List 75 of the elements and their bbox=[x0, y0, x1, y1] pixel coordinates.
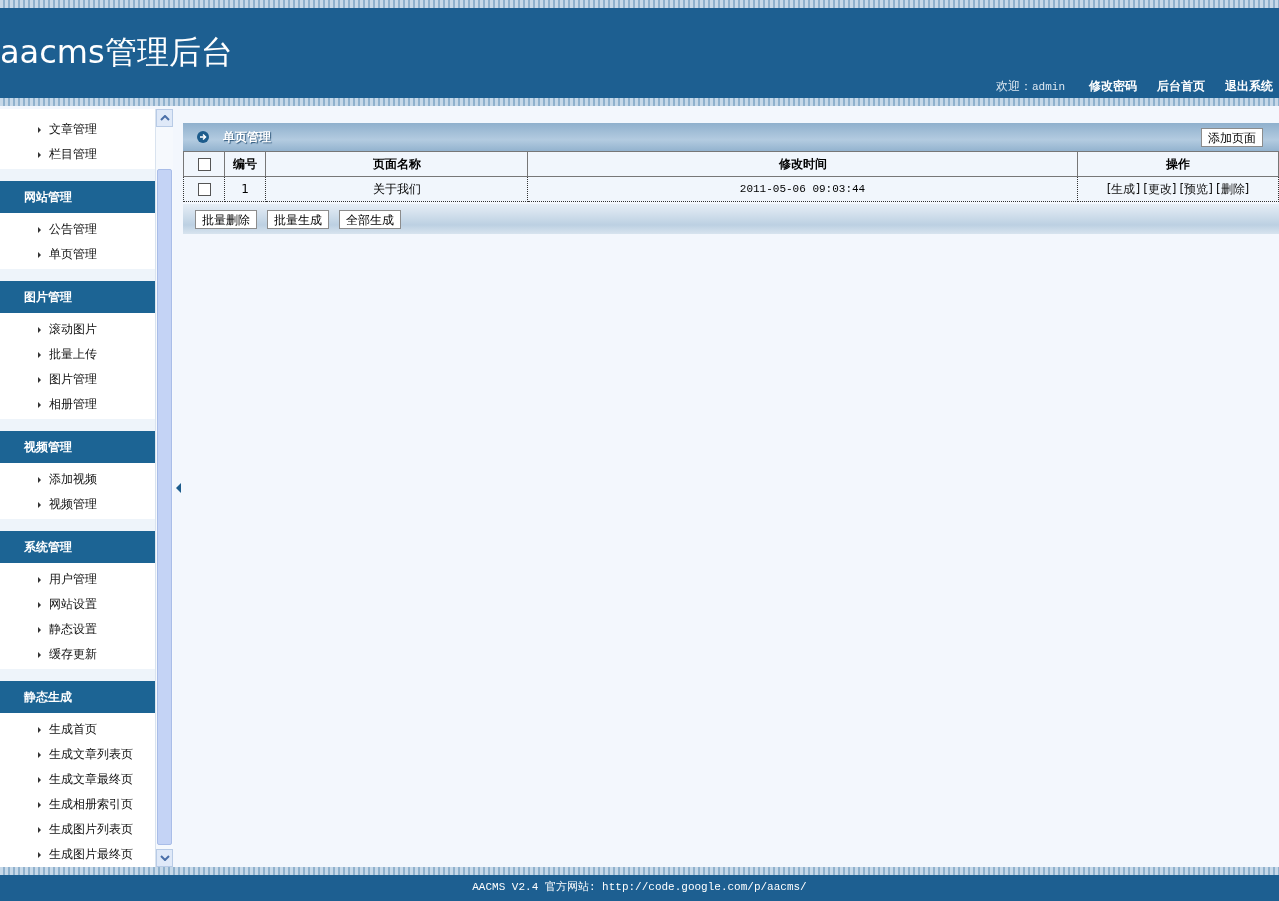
header-link[interactable]: 后台首页 bbox=[1157, 78, 1205, 95]
triangle-icon bbox=[38, 251, 41, 258]
column-header: 编号 bbox=[224, 151, 266, 177]
triangle-icon bbox=[38, 751, 41, 758]
scrollbar[interactable] bbox=[155, 109, 173, 867]
menu-item[interactable]: 公告管理 bbox=[0, 217, 155, 242]
column-header: 页面名称 bbox=[265, 151, 528, 177]
triangle-icon bbox=[38, 326, 41, 333]
menu-item[interactable]: 图片管理 bbox=[0, 367, 155, 392]
triangle-icon bbox=[38, 501, 41, 508]
menu-item[interactable]: 文章管理 bbox=[0, 117, 155, 142]
table-cell: 1 bbox=[224, 176, 266, 202]
menu-item[interactable]: 滚动图片 bbox=[0, 317, 155, 342]
triangle-icon bbox=[38, 151, 41, 158]
menu-group-header[interactable]: 网站管理 bbox=[0, 181, 155, 213]
menu-item[interactable]: 用户管理 bbox=[0, 567, 155, 592]
menu-item[interactable]: 相册管理 bbox=[0, 392, 155, 417]
menu-item[interactable]: 视频管理 bbox=[0, 492, 155, 517]
menu-group-header[interactable]: 图片管理 bbox=[0, 281, 155, 313]
checkbox[interactable] bbox=[197, 158, 211, 171]
batch-button[interactable]: 全部生成 bbox=[339, 209, 401, 229]
action-link[interactable]: [删除] bbox=[1215, 180, 1250, 198]
triangle-icon bbox=[38, 826, 41, 833]
menu-item[interactable]: 缓存更新 bbox=[0, 642, 155, 667]
header-link[interactable]: 退出系统 bbox=[1225, 78, 1273, 95]
checkbox[interactable] bbox=[197, 183, 211, 196]
triangle-icon bbox=[38, 651, 41, 658]
menu-item[interactable]: 生成文章列表页 bbox=[0, 742, 155, 767]
menu-item[interactable]: 生成图片最终页 bbox=[0, 842, 155, 867]
triangle-icon bbox=[38, 476, 41, 483]
add-page-button[interactable]: 添加页面 bbox=[1201, 127, 1263, 147]
triangle-icon bbox=[38, 776, 41, 783]
triangle-icon bbox=[38, 126, 41, 133]
scroll-thumb[interactable] bbox=[157, 169, 172, 845]
menu-group-header[interactable]: 视频管理 bbox=[0, 431, 155, 463]
menu-item[interactable]: 批量上传 bbox=[0, 342, 155, 367]
action-link[interactable]: [生成] bbox=[1106, 180, 1141, 198]
menu-item[interactable]: 添加视频 bbox=[0, 467, 155, 492]
menu-item[interactable]: 生成文章最终页 bbox=[0, 767, 155, 792]
triangle-icon bbox=[38, 376, 41, 383]
menu-group-header[interactable]: 系统管理 bbox=[0, 531, 155, 563]
menu-item[interactable]: 生成首页 bbox=[0, 717, 155, 742]
triangle-icon bbox=[38, 801, 41, 808]
triangle-icon bbox=[38, 626, 41, 633]
triangle-icon bbox=[38, 726, 41, 733]
triangle-icon bbox=[38, 851, 41, 858]
triangle-icon bbox=[38, 226, 41, 233]
menu-item[interactable]: 单页管理 bbox=[0, 242, 155, 267]
triangle-icon bbox=[38, 401, 41, 408]
column-header: 操作 bbox=[1077, 151, 1279, 177]
panel-title: 单页管理 bbox=[223, 128, 271, 146]
collapse-arrow-icon[interactable] bbox=[175, 483, 181, 493]
menu-group-header[interactable]: 静态生成 bbox=[0, 681, 155, 713]
header-link[interactable]: 修改密码 bbox=[1089, 78, 1137, 95]
action-link[interactable]: [更改] bbox=[1143, 180, 1177, 198]
table-cell: 2011-05-06 09:03:44 bbox=[527, 176, 1078, 202]
column-header: 修改时间 bbox=[527, 151, 1078, 177]
site-title: aacms管理后台 bbox=[0, 32, 234, 72]
menu-item[interactable]: 网站设置 bbox=[0, 592, 155, 617]
menu-item[interactable]: 生成相册索引页 bbox=[0, 792, 155, 817]
welcome-text: 欢迎：admin bbox=[996, 78, 1066, 95]
action-link[interactable]: [预览] bbox=[1179, 180, 1213, 198]
batch-button[interactable]: 批量删除 bbox=[195, 209, 257, 229]
scroll-up-icon[interactable] bbox=[156, 109, 173, 127]
triangle-icon bbox=[38, 351, 41, 358]
triangle-icon bbox=[38, 601, 41, 608]
menu-item[interactable]: 栏目管理 bbox=[0, 142, 155, 167]
menu-item[interactable]: 生成图片列表页 bbox=[0, 817, 155, 842]
table-cell: 关于我们 bbox=[265, 176, 528, 202]
menu-item[interactable]: 静态设置 bbox=[0, 617, 155, 642]
batch-button[interactable]: 批量生成 bbox=[267, 209, 329, 229]
triangle-icon bbox=[38, 576, 41, 583]
arrow-circle-icon bbox=[197, 131, 209, 143]
footer-text: AACMS V2.4 官方网站: http://code.google.com/p/aacms/ bbox=[472, 881, 807, 893]
scroll-down-icon[interactable] bbox=[156, 849, 173, 867]
